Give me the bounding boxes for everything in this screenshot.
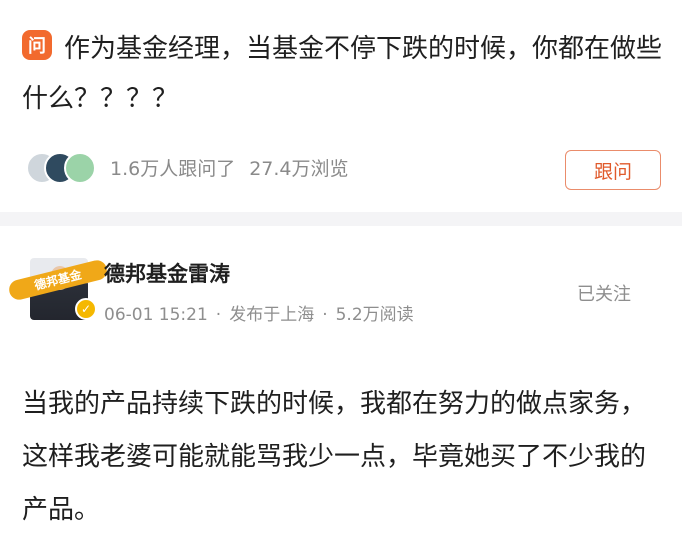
follower-count: 1.6万人跟问了 — [110, 158, 236, 180]
answer-meta: 06-01 15:21 · 发布于上海 · 5.2万阅读 — [104, 300, 414, 325]
answer-text: 当我的产品持续下跌的时候，我都在努力的做点家务，这样我老婆可能就能骂我少一点，毕… — [22, 389, 647, 525]
author-name[interactable]: 德邦基金雷涛 — [104, 258, 230, 288]
post-location: 发布于上海 — [229, 305, 315, 325]
follower-avatars — [26, 152, 106, 184]
post-time: 06-01 15:21 — [104, 305, 208, 325]
avatar — [64, 152, 96, 184]
separator: · — [322, 305, 328, 325]
read-count: 5.2万阅读 — [335, 305, 414, 325]
followed-button[interactable]: 已关注 — [577, 280, 631, 306]
follow-question-button[interactable]: 跟问 — [565, 150, 661, 190]
question-stats: 1.6万人跟问了 27.4万浏览 — [110, 154, 349, 181]
verified-icon: ✓ — [75, 298, 97, 320]
question-title[interactable]: 作为基金经理，当基金不停下跌的时候，你都在做些什么？？？？ — [22, 24, 662, 124]
separator: · — [215, 305, 222, 325]
view-count: 27.4万浏览 — [249, 158, 349, 180]
